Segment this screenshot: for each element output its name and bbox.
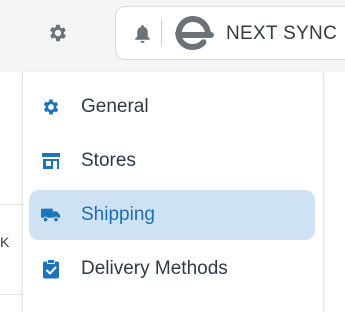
settings-button[interactable] (38, 18, 78, 52)
truck-icon (41, 205, 61, 225)
clipboard-check-icon (41, 259, 61, 279)
e-logo-icon (170, 13, 216, 58)
next-sync-label: NEXT SYNC (226, 23, 338, 44)
menu-item-label: Delivery Methods (81, 258, 228, 279)
menu-item-shipping[interactable]: Shipping (29, 190, 315, 240)
menu-item-label: Stores (81, 150, 136, 171)
next-sync-panel[interactable]: NEXT SYNC (115, 6, 345, 60)
gear-icon (47, 22, 69, 49)
divider (0, 204, 22, 205)
top-bar: NEXT SYNC (0, 0, 345, 72)
menu-item-general[interactable]: General (29, 82, 315, 132)
settings-dropdown-menu: General Stores Shipping Delivery Methods (22, 72, 324, 312)
bell-icon[interactable] (134, 25, 151, 49)
menu-item-stores[interactable]: Stores (29, 136, 315, 186)
menu-item-label: Shipping (81, 204, 155, 225)
divider (161, 19, 162, 47)
menu-item-delivery-methods[interactable]: Delivery Methods (29, 244, 315, 294)
background-text-fragment: K (0, 234, 10, 250)
menu-item-label: General (81, 96, 149, 117)
gear-icon (41, 97, 61, 117)
store-icon (41, 151, 61, 171)
divider (0, 294, 22, 295)
